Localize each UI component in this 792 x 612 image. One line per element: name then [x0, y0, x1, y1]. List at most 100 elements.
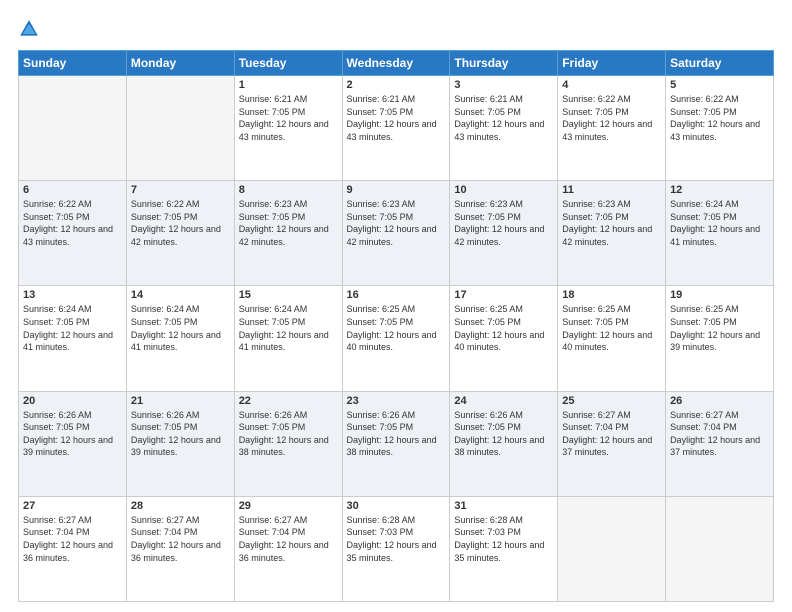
day-number: 18: [562, 289, 661, 301]
weekday-header-monday: Monday: [126, 51, 234, 76]
logo-icon: [18, 18, 40, 40]
day-info: Sunrise: 6:24 AM Sunset: 7:05 PM Dayligh…: [131, 303, 230, 353]
day-info: Sunrise: 6:24 AM Sunset: 7:05 PM Dayligh…: [239, 303, 338, 353]
day-info: Sunrise: 6:27 AM Sunset: 7:04 PM Dayligh…: [562, 409, 661, 459]
day-info: Sunrise: 6:26 AM Sunset: 7:05 PM Dayligh…: [347, 409, 446, 459]
calendar-cell: 14 Sunrise: 6:24 AM Sunset: 7:05 PM Dayli…: [126, 286, 234, 391]
calendar-cell: 13Sunrise: 6:24 AM Sunset: 7:05 PM Dayli…: [19, 286, 127, 391]
day-info: Sunrise: 6:27 AM Sunset: 7:04 PM Dayligh…: [670, 409, 769, 459]
day-number: 1: [239, 79, 338, 91]
day-info: Sunrise: 6:24 AM Sunset: 7:05 PM Dayligh…: [670, 198, 769, 248]
day-number: 7: [131, 184, 230, 196]
day-number: 27: [23, 500, 122, 512]
day-number: 23: [347, 395, 446, 407]
calendar-cell: 23 Sunrise: 6:26 AM Sunset: 7:05 PM Dayli…: [342, 391, 450, 496]
calendar-week-3: 13Sunrise: 6:24 AM Sunset: 7:05 PM Dayli…: [19, 286, 774, 391]
calendar-cell: 29Sunrise: 6:27 AM Sunset: 7:04 PM Dayli…: [234, 496, 342, 601]
weekday-header-thursday: Thursday: [450, 51, 558, 76]
calendar-cell: 4Sunrise: 6:22 AM Sunset: 7:05 PM Daylig…: [558, 76, 666, 181]
calendar-cell: 20 Sunrise: 6:26 AM Sunset: 7:05 PM Dayli…: [19, 391, 127, 496]
calendar-week-5: 27 Sunrise: 6:27 AM Sunset: 7:04 PM Dayli…: [19, 496, 774, 601]
calendar-cell: [126, 76, 234, 181]
calendar-cell: [19, 76, 127, 181]
calendar-cell: 17 Sunrise: 6:25 AM Sunset: 7:05 PM Dayli…: [450, 286, 558, 391]
day-number: 11: [562, 184, 661, 196]
calendar-cell: 18 Sunrise: 6:25 AM Sunset: 7:05 PM Dayli…: [558, 286, 666, 391]
weekday-header-sunday: Sunday: [19, 51, 127, 76]
day-info: Sunrise: 6:27 AM Sunset: 7:04 PM Dayligh…: [239, 514, 338, 564]
day-info: Sunrise: 6:28 AM Sunset: 7:03 PM Dayligh…: [454, 514, 553, 564]
day-info: Sunrise: 6:23 AM Sunset: 7:05 PM Dayligh…: [562, 198, 661, 248]
day-number: 6: [23, 184, 122, 196]
day-info: Sunrise: 6:22 AM Sunset: 7:05 PM Dayligh…: [23, 198, 122, 248]
day-number: 31: [454, 500, 553, 512]
day-info: Sunrise: 6:22 AM Sunset: 7:05 PM Dayligh…: [131, 198, 230, 248]
day-number: 25: [562, 395, 661, 407]
calendar-cell: [558, 496, 666, 601]
day-info: Sunrise: 6:26 AM Sunset: 7:05 PM Dayligh…: [23, 409, 122, 459]
day-number: 16: [347, 289, 446, 301]
calendar-cell: 8 Sunrise: 6:23 AM Sunset: 7:05 PM Daylig…: [234, 181, 342, 286]
calendar-cell: 16 Sunrise: 6:25 AM Sunset: 7:05 PM Dayli…: [342, 286, 450, 391]
day-number: 26: [670, 395, 769, 407]
day-info: Sunrise: 6:25 AM Sunset: 7:05 PM Dayligh…: [562, 303, 661, 353]
day-number: 12: [670, 184, 769, 196]
day-info: Sunrise: 6:23 AM Sunset: 7:05 PM Dayligh…: [347, 198, 446, 248]
day-info: Sunrise: 6:26 AM Sunset: 7:05 PM Dayligh…: [131, 409, 230, 459]
calendar-cell: 2 Sunrise: 6:21 AM Sunset: 7:05 PM Daylig…: [342, 76, 450, 181]
day-info: Sunrise: 6:21 AM Sunset: 7:05 PM Dayligh…: [239, 93, 338, 143]
day-info: Sunrise: 6:28 AM Sunset: 7:03 PM Dayligh…: [347, 514, 446, 564]
calendar-cell: 1 Sunrise: 6:21 AM Sunset: 7:05 PM Daylig…: [234, 76, 342, 181]
day-info: Sunrise: 6:25 AM Sunset: 7:05 PM Dayligh…: [347, 303, 446, 353]
calendar-cell: 24Sunrise: 6:26 AM Sunset: 7:05 PM Dayli…: [450, 391, 558, 496]
day-number: 24: [454, 395, 553, 407]
day-number: 8: [239, 184, 338, 196]
calendar-cell: 5 Sunrise: 6:22 AM Sunset: 7:05 PM Daylig…: [666, 76, 774, 181]
day-number: 9: [347, 184, 446, 196]
weekday-header-saturday: Saturday: [666, 51, 774, 76]
day-info: Sunrise: 6:25 AM Sunset: 7:05 PM Dayligh…: [670, 303, 769, 353]
day-number: 2: [347, 79, 446, 91]
day-number: 10: [454, 184, 553, 196]
page: SundayMondayTuesdayWednesdayThursdayFrid…: [0, 0, 792, 612]
calendar-cell: 9 Sunrise: 6:23 AM Sunset: 7:05 PM Daylig…: [342, 181, 450, 286]
day-info: Sunrise: 6:21 AM Sunset: 7:05 PM Dayligh…: [347, 93, 446, 143]
day-info: Sunrise: 6:27 AM Sunset: 7:04 PM Dayligh…: [131, 514, 230, 564]
day-info: Sunrise: 6:25 AM Sunset: 7:05 PM Dayligh…: [454, 303, 553, 353]
day-number: 21: [131, 395, 230, 407]
day-number: 14: [131, 289, 230, 301]
calendar-cell: 25 Sunrise: 6:27 AM Sunset: 7:04 PM Dayli…: [558, 391, 666, 496]
calendar-cell: 30 Sunrise: 6:28 AM Sunset: 7:03 PM Dayli…: [342, 496, 450, 601]
calendar-week-1: 1 Sunrise: 6:21 AM Sunset: 7:05 PM Daylig…: [19, 76, 774, 181]
calendar-cell: 15 Sunrise: 6:24 AM Sunset: 7:05 PM Dayli…: [234, 286, 342, 391]
day-number: 28: [131, 500, 230, 512]
day-number: 20: [23, 395, 122, 407]
day-number: 17: [454, 289, 553, 301]
day-number: 22: [239, 395, 338, 407]
calendar-cell: 22 Sunrise: 6:26 AM Sunset: 7:05 PM Dayli…: [234, 391, 342, 496]
day-number: 5: [670, 79, 769, 91]
calendar-cell: 11 Sunrise: 6:23 AM Sunset: 7:05 PM Dayli…: [558, 181, 666, 286]
calendar-cell: 10 Sunrise: 6:23 AM Sunset: 7:05 PM Dayli…: [450, 181, 558, 286]
calendar-cell: 3Sunrise: 6:21 AM Sunset: 7:05 PM Daylig…: [450, 76, 558, 181]
calendar-table: SundayMondayTuesdayWednesdayThursdayFrid…: [18, 50, 774, 602]
day-number: 30: [347, 500, 446, 512]
header: [18, 18, 774, 40]
logo: [18, 18, 42, 40]
calendar-cell: 7 Sunrise: 6:22 AM Sunset: 7:05 PM Daylig…: [126, 181, 234, 286]
day-info: Sunrise: 6:27 AM Sunset: 7:04 PM Dayligh…: [23, 514, 122, 564]
day-info: Sunrise: 6:23 AM Sunset: 7:05 PM Dayligh…: [239, 198, 338, 248]
weekday-header-tuesday: Tuesday: [234, 51, 342, 76]
day-info: Sunrise: 6:22 AM Sunset: 7:05 PM Dayligh…: [670, 93, 769, 143]
day-info: Sunrise: 6:26 AM Sunset: 7:05 PM Dayligh…: [239, 409, 338, 459]
day-number: 15: [239, 289, 338, 301]
calendar-cell: [666, 496, 774, 601]
day-info: Sunrise: 6:23 AM Sunset: 7:05 PM Dayligh…: [454, 198, 553, 248]
day-info: Sunrise: 6:24 AM Sunset: 7:05 PM Dayligh…: [23, 303, 122, 353]
calendar-week-2: 6 Sunrise: 6:22 AM Sunset: 7:05 PM Daylig…: [19, 181, 774, 286]
calendar-cell: 31 Sunrise: 6:28 AM Sunset: 7:03 PM Dayli…: [450, 496, 558, 601]
day-info: Sunrise: 6:21 AM Sunset: 7:05 PM Dayligh…: [454, 93, 553, 143]
calendar-cell: 19 Sunrise: 6:25 AM Sunset: 7:05 PM Dayli…: [666, 286, 774, 391]
weekday-header-friday: Friday: [558, 51, 666, 76]
day-number: 19: [670, 289, 769, 301]
